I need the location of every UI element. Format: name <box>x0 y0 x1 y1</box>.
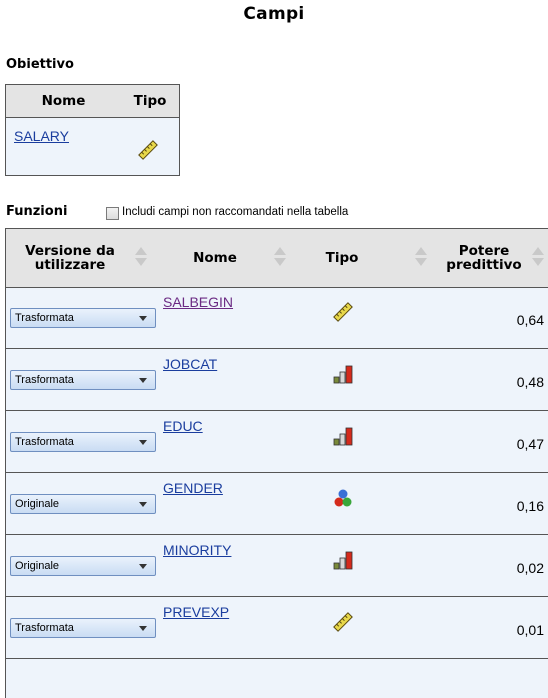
chevron-down-icon <box>139 316 147 321</box>
sort-type-icon[interactable] <box>415 247 427 269</box>
predictive-power-value: 0,48 <box>516 374 544 390</box>
ruler-icon <box>333 612 353 632</box>
bar-chart-icon <box>333 551 353 570</box>
sort-version-icon[interactable] <box>135 247 147 269</box>
predictive-power-value: 0,16 <box>516 498 544 514</box>
chevron-down-icon <box>139 378 147 383</box>
field-link[interactable]: PREVEXP <box>163 604 229 620</box>
target-table: Nome Tipo SALARY <box>5 84 180 176</box>
sort-name-icon[interactable] <box>274 247 286 269</box>
page-title: Campi <box>243 4 305 24</box>
target-row: SALARY <box>6 118 179 176</box>
chevron-down-icon <box>139 564 147 569</box>
target-type-header: Tipo <box>133 93 167 109</box>
table-row: Originale MINORITY 0,02 <box>6 535 548 597</box>
ruler-icon <box>333 302 353 322</box>
bar-chart-icon <box>333 427 353 446</box>
version-header[interactable]: Versione da utilizzare <box>6 229 134 287</box>
type-header[interactable]: Tipo <box>306 229 378 287</box>
field-link[interactable]: MINORITY <box>163 542 231 558</box>
target-table-header: Nome Tipo <box>6 85 179 118</box>
field-link[interactable]: SALBEGIN <box>163 294 233 310</box>
nominal-spheres-icon <box>334 489 352 507</box>
target-section-label: Obiettivo <box>6 57 74 72</box>
version-select[interactable]: Trasformata <box>10 308 156 328</box>
table-row: Trasformata JOBCAT 0,48 <box>6 349 548 411</box>
power-header[interactable]: Potere predittivo <box>438 229 530 287</box>
table-row: Originale GENDER 0,16 <box>6 473 548 535</box>
table-row: Trasformata SALBEGIN 0,64 <box>6 287 548 349</box>
name-header[interactable]: Nome <box>156 229 274 287</box>
field-link[interactable]: EDUC <box>163 418 203 434</box>
include-unrecommended-label: Includi campi non raccomandati nella tab… <box>122 206 349 218</box>
version-select[interactable]: Originale <box>10 556 156 576</box>
chevron-down-icon <box>139 440 147 445</box>
predictive-power-value: 0,64 <box>516 312 544 328</box>
field-link[interactable]: GENDER <box>163 480 223 496</box>
version-select[interactable]: Trasformata <box>10 432 156 452</box>
predictive-power-value: 0,47 <box>516 436 544 452</box>
table-row: Trasformata EDUC 0,47 <box>6 411 548 473</box>
include-unrecommended-checkbox[interactable] <box>106 207 119 220</box>
field-link[interactable]: JOBCAT <box>163 356 217 372</box>
chevron-down-icon <box>139 502 147 507</box>
features-section-label: Funzioni <box>6 204 68 219</box>
chevron-down-icon <box>139 626 147 631</box>
ruler-icon <box>138 140 158 160</box>
version-select[interactable]: Trasformata <box>10 370 156 390</box>
table-row: Trasformata PREVEXP 0,01 <box>6 597 548 659</box>
target-field-link[interactable]: SALARY <box>14 128 69 144</box>
version-select[interactable]: Originale <box>10 494 156 514</box>
version-select[interactable]: Trasformata <box>10 618 156 638</box>
bar-chart-icon <box>333 365 353 384</box>
target-name-header: Nome <box>41 93 86 109</box>
predictive-power-value: 0,02 <box>516 560 544 576</box>
sort-power-icon[interactable] <box>532 247 544 269</box>
features-table-header: Versione da utilizzare Nome Tipo Potere … <box>6 229 548 288</box>
predictive-power-value: 0,01 <box>516 622 544 638</box>
features-table: Versione da utilizzare Nome Tipo Potere … <box>5 228 548 698</box>
